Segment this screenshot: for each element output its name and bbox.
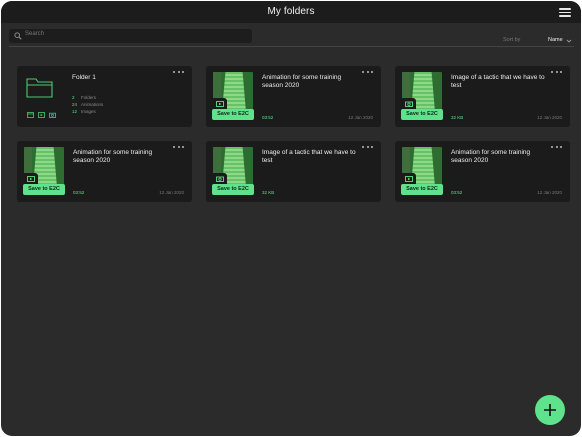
- more-options-icon[interactable]: [173, 71, 185, 75]
- date: 12 Jan 2020: [537, 190, 562, 195]
- app-window: My folders Search Sort by Name Folder 1 …: [1, 1, 581, 436]
- plus-icon: [544, 404, 556, 416]
- image-count: 12: [72, 108, 78, 114]
- date: 12 Jan 2020: [348, 115, 373, 120]
- file-size: 32 KB: [451, 115, 464, 120]
- date: 12 Jan 2020: [537, 115, 562, 120]
- image-count-label: Images: [81, 108, 96, 114]
- save-to-e2c-button[interactable]: Save to E2C: [212, 109, 254, 120]
- camera-mini-icon: [49, 112, 56, 118]
- thumbnail: [213, 72, 253, 110]
- search-input[interactable]: Search: [9, 29, 252, 43]
- date: 12 Jan 2020: [159, 190, 184, 195]
- save-to-e2c-button[interactable]: Save to E2C: [401, 184, 443, 195]
- more-options-icon[interactable]: [362, 146, 374, 150]
- folder-title: Folder 1: [72, 74, 96, 81]
- card-title: Image of a tactic that we have to test: [451, 74, 545, 89]
- media-card[interactable]: Save to E2C Image of a tactic that we ha…: [206, 141, 381, 202]
- top-bar: My folders: [1, 1, 581, 23]
- page-title: My folders: [267, 6, 315, 17]
- save-to-e2c-button[interactable]: Save to E2C: [23, 184, 65, 195]
- add-button[interactable]: [535, 395, 565, 425]
- thumbnail: [213, 147, 253, 185]
- card-title: Animation for some training season 2020: [262, 74, 342, 89]
- animation-count: 24: [72, 101, 78, 107]
- video-mini-icon: [38, 112, 45, 118]
- folder-icon: [26, 78, 53, 98]
- duration: 03:52: [73, 190, 85, 195]
- folder-stats: 2 Folders 24 Animations 12 Images: [72, 95, 103, 115]
- card-title: Image of a tactic that we have to test: [262, 149, 356, 164]
- sort-dropdown[interactable]: Name: [548, 37, 563, 43]
- divider: [9, 46, 574, 47]
- more-options-icon[interactable]: [173, 146, 185, 150]
- save-to-e2c-button[interactable]: Save to E2C: [401, 109, 443, 120]
- media-card[interactable]: Save to E2C Image of a tactic that we ha…: [395, 66, 570, 127]
- duration: 03:52: [451, 190, 463, 195]
- more-options-icon[interactable]: [362, 71, 374, 75]
- folder-count-label: Folders: [81, 95, 97, 100]
- thumbnail: [402, 147, 442, 185]
- card-title: Animation for some training season 2020: [451, 149, 531, 164]
- animation-count-label: Animations: [81, 101, 104, 107]
- save-to-e2c-button[interactable]: Save to E2C: [212, 184, 254, 195]
- duration: 03:52: [262, 115, 274, 120]
- folder-count: 2: [72, 95, 75, 100]
- folder-mini-icon: [27, 112, 34, 118]
- file-size: 32 KB: [262, 190, 275, 195]
- media-card[interactable]: Save to E2C Animation for some training …: [395, 141, 570, 202]
- more-options-icon[interactable]: [551, 146, 563, 150]
- sort-label: Sort by: [503, 37, 521, 43]
- thumbnail: [402, 72, 442, 110]
- thumbnail: [24, 147, 64, 185]
- media-card[interactable]: Save to E2C Animation for some training …: [17, 141, 192, 202]
- more-options-icon[interactable]: [551, 71, 563, 75]
- media-card[interactable]: Save to E2C Animation for some training …: [206, 66, 381, 127]
- folder-card[interactable]: Folder 1 2 Folders 24 Animations 12 Images: [17, 66, 192, 127]
- card-title: Animation for some training season 2020: [73, 149, 153, 164]
- search-icon: [14, 32, 22, 40]
- chevron-down-icon[interactable]: [566, 39, 572, 43]
- hamburger-menu-icon[interactable]: [559, 8, 571, 17]
- search-placeholder: Search: [25, 31, 45, 37]
